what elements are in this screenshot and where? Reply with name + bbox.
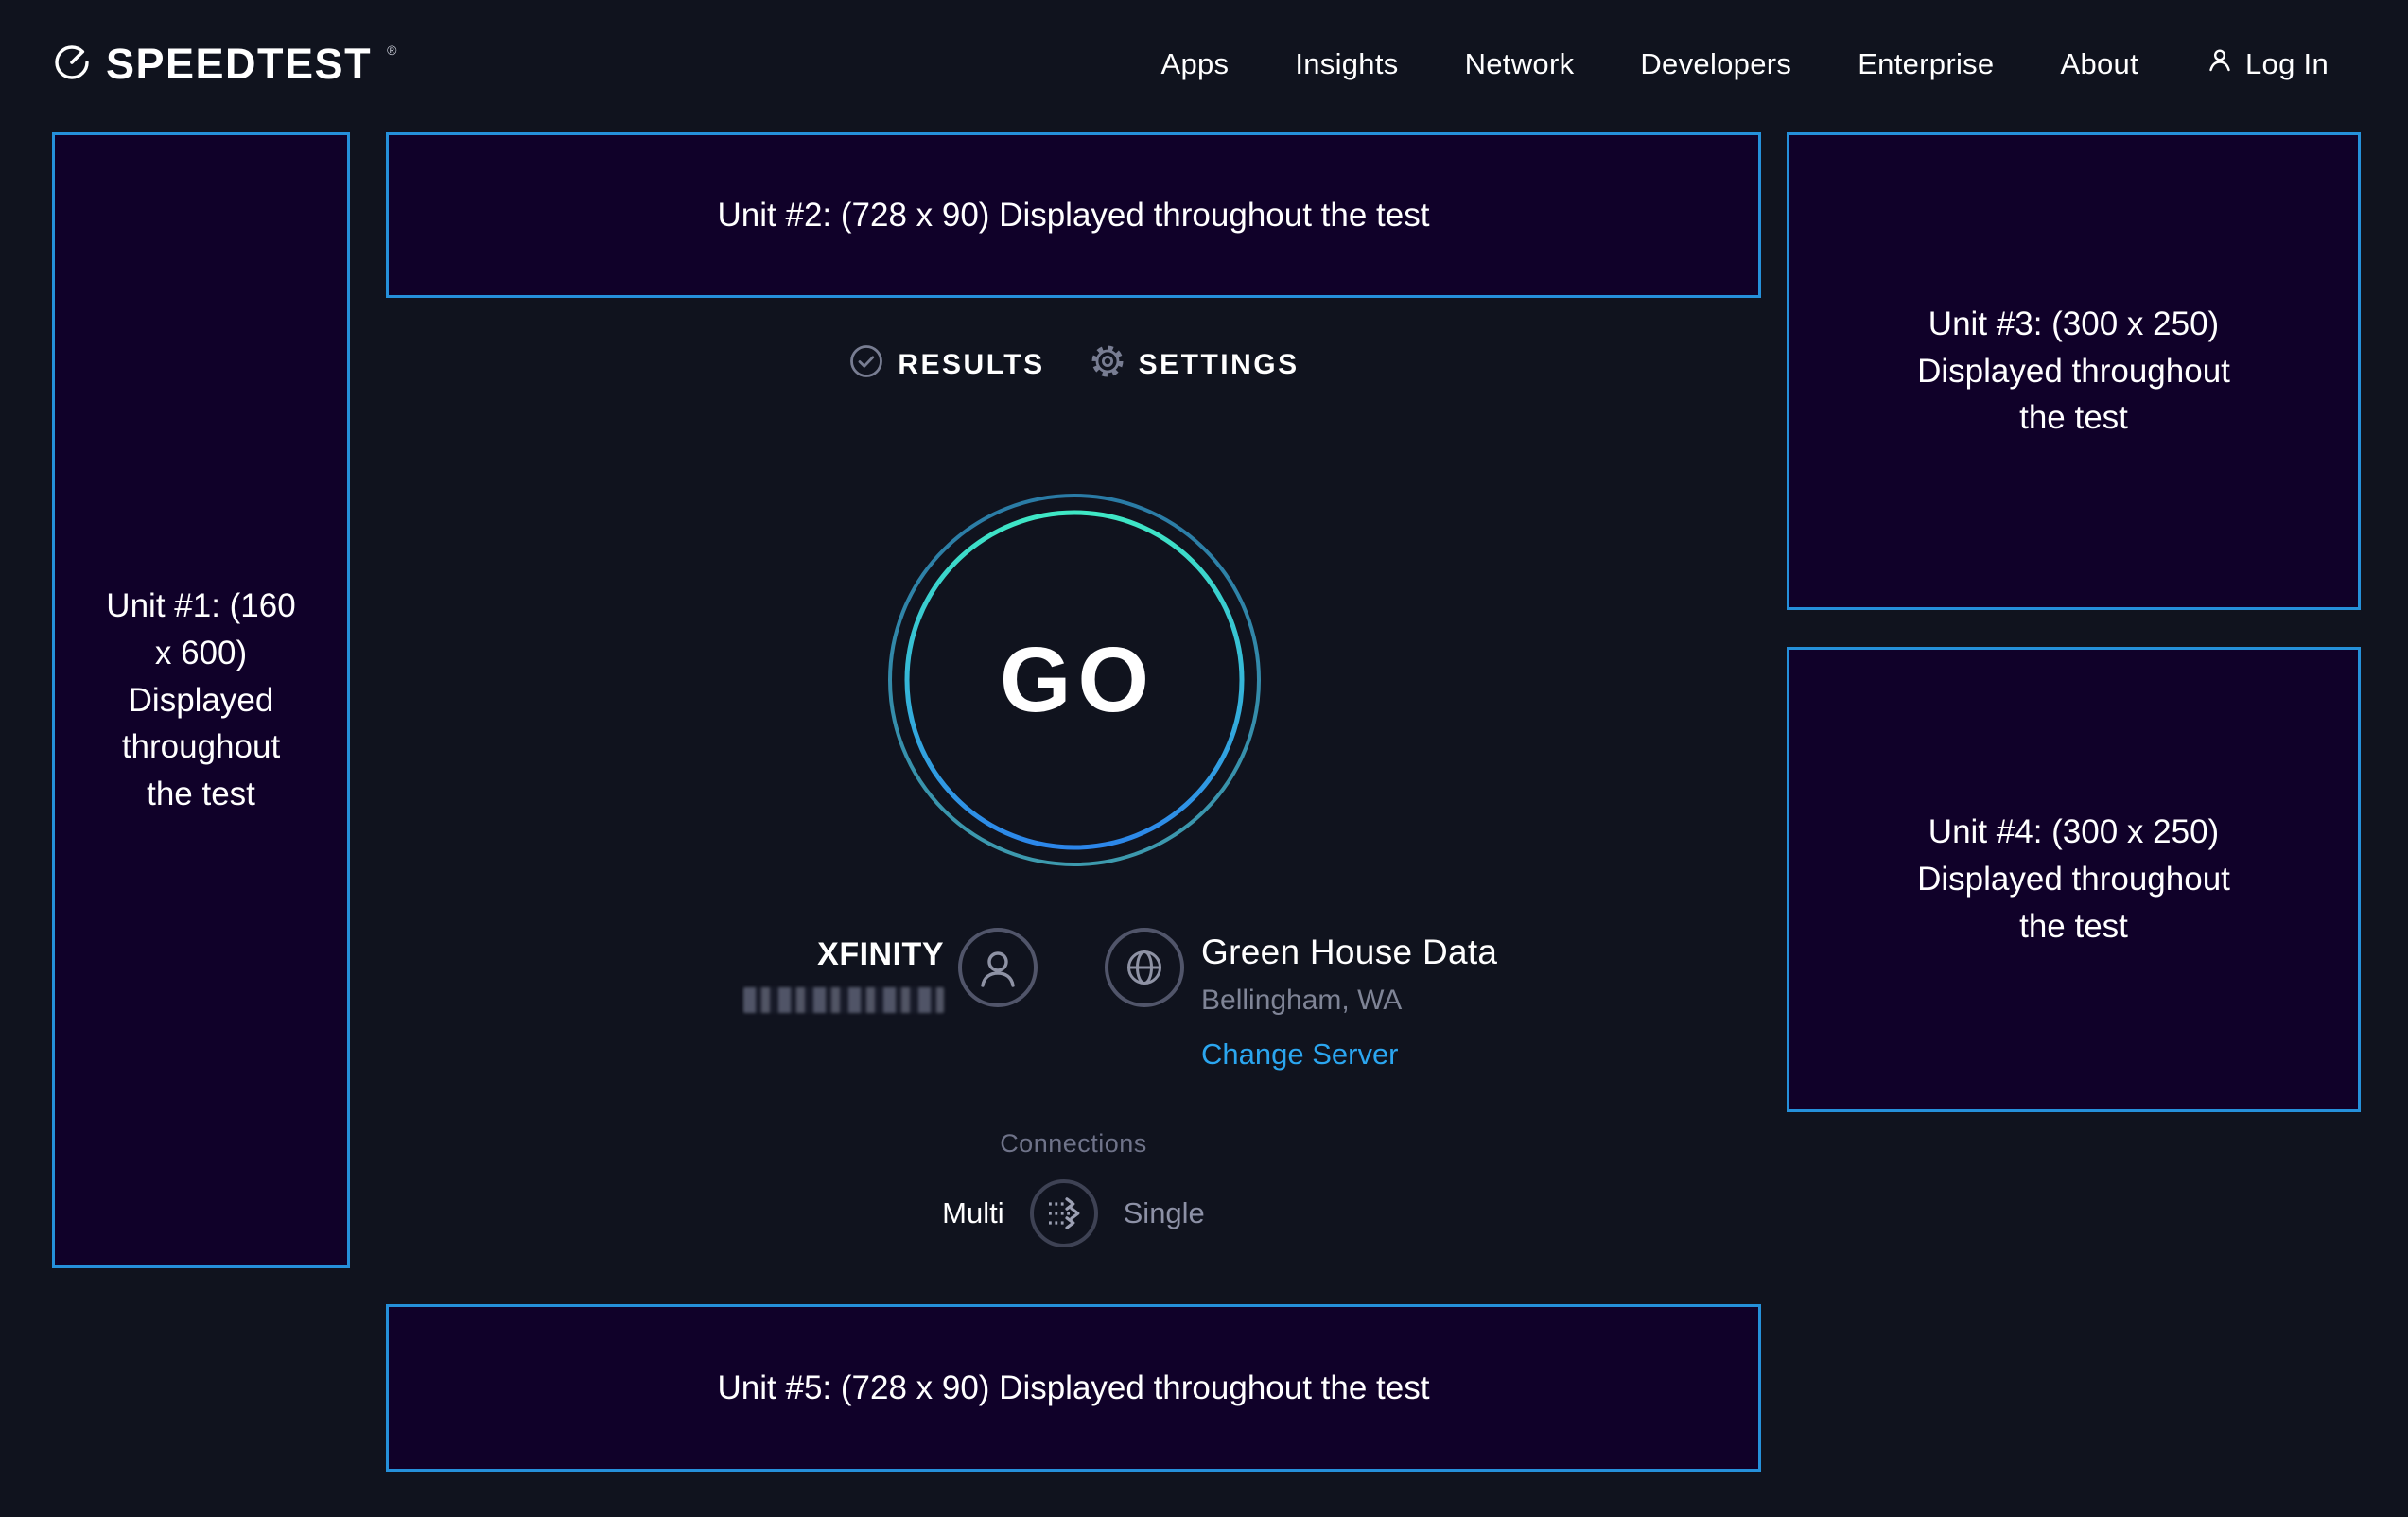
connections-toggle-icon[interactable] xyxy=(1029,1178,1099,1248)
nav-item-developers[interactable]: Developers xyxy=(1640,47,1791,81)
logo-wordmark: SPEEDTEST xyxy=(106,40,372,89)
check-circle-icon xyxy=(847,342,885,388)
ad-unit-2-text: Unit #2: (728 x 90) Displayed throughout… xyxy=(718,192,1430,239)
ad-unit-5-leaderboard: Unit #5: (728 x 90) Displayed throughout… xyxy=(386,1304,1761,1472)
top-nav-bar: SPEEDTEST ® Apps Insights Network Develo… xyxy=(0,0,2408,129)
nav-item-insights[interactable]: Insights xyxy=(1295,47,1398,81)
ad-unit-3-text: Unit #3: (300 x 250) Displayed throughou… xyxy=(1903,301,2245,442)
ad-unit-1-skyscraper: Unit #1: (160 x 600) Displayed throughou… xyxy=(52,132,350,1268)
connections-multi-option[interactable]: Multi xyxy=(942,1196,1003,1230)
change-server-link[interactable]: Change Server xyxy=(1201,1037,1497,1072)
globe-icon xyxy=(1105,928,1184,1012)
go-button-label: GO xyxy=(885,491,1264,869)
ad-unit-3-rectangle: Unit #3: (300 x 250) Displayed throughou… xyxy=(1787,132,2361,610)
isp-details-redacted xyxy=(743,987,944,1013)
trademark-mark: ® xyxy=(387,43,396,58)
ad-unit-1-text: Unit #1: (160 x 600) Displayed throughou… xyxy=(99,583,303,817)
nav-item-enterprise[interactable]: Enterprise xyxy=(1858,47,1994,81)
nav-item-about[interactable]: About xyxy=(2060,47,2138,81)
tab-settings[interactable]: SETTINGS xyxy=(1089,342,1300,388)
results-settings-tabs: RESULTS SETTINGS xyxy=(386,342,1761,388)
speedtest-page: SPEEDTEST ® Apps Insights Network Develo… xyxy=(0,0,2408,1517)
isp-info: XFINITY xyxy=(743,936,944,1013)
tab-results[interactable]: RESULTS xyxy=(847,342,1044,388)
connections-single-option[interactable]: Single xyxy=(1124,1196,1205,1230)
isp-avatar-icon xyxy=(958,928,1038,1012)
ad-unit-4-rectangle: Unit #4: (300 x 250) Displayed throughou… xyxy=(1787,647,2361,1112)
login-button[interactable]: Log In xyxy=(2205,45,2329,83)
tab-results-label: RESULTS xyxy=(898,349,1044,381)
ad-unit-4-text: Unit #4: (300 x 250) Displayed throughou… xyxy=(1903,809,2245,950)
gear-icon xyxy=(1089,342,1126,388)
main-nav: Apps Insights Network Developers Enterpr… xyxy=(1160,45,2329,83)
tab-settings-label: SETTINGS xyxy=(1139,349,1300,381)
connections-label: Connections xyxy=(386,1129,1761,1159)
server-info: Green House Data Bellingham, WA Change S… xyxy=(1201,933,1497,1072)
go-button[interactable]: GO xyxy=(885,491,1264,869)
connections-toggle-row: Multi Single xyxy=(386,1178,1761,1248)
login-label: Log In xyxy=(2245,47,2329,81)
nav-item-network[interactable]: Network xyxy=(1465,47,1575,81)
nav-item-apps[interactable]: Apps xyxy=(1160,47,1229,81)
isp-name: XFINITY xyxy=(743,936,944,973)
server-name: Green House Data xyxy=(1201,933,1497,972)
ad-unit-5-text: Unit #5: (728 x 90) Displayed throughout… xyxy=(718,1365,1430,1412)
ad-unit-2-leaderboard: Unit #2: (728 x 90) Displayed throughout… xyxy=(386,132,1761,298)
server-location: Bellingham, WA xyxy=(1201,985,1497,1017)
speedometer-icon xyxy=(52,43,92,87)
speedtest-logo[interactable]: SPEEDTEST ® xyxy=(52,40,396,89)
user-icon xyxy=(2205,45,2235,83)
